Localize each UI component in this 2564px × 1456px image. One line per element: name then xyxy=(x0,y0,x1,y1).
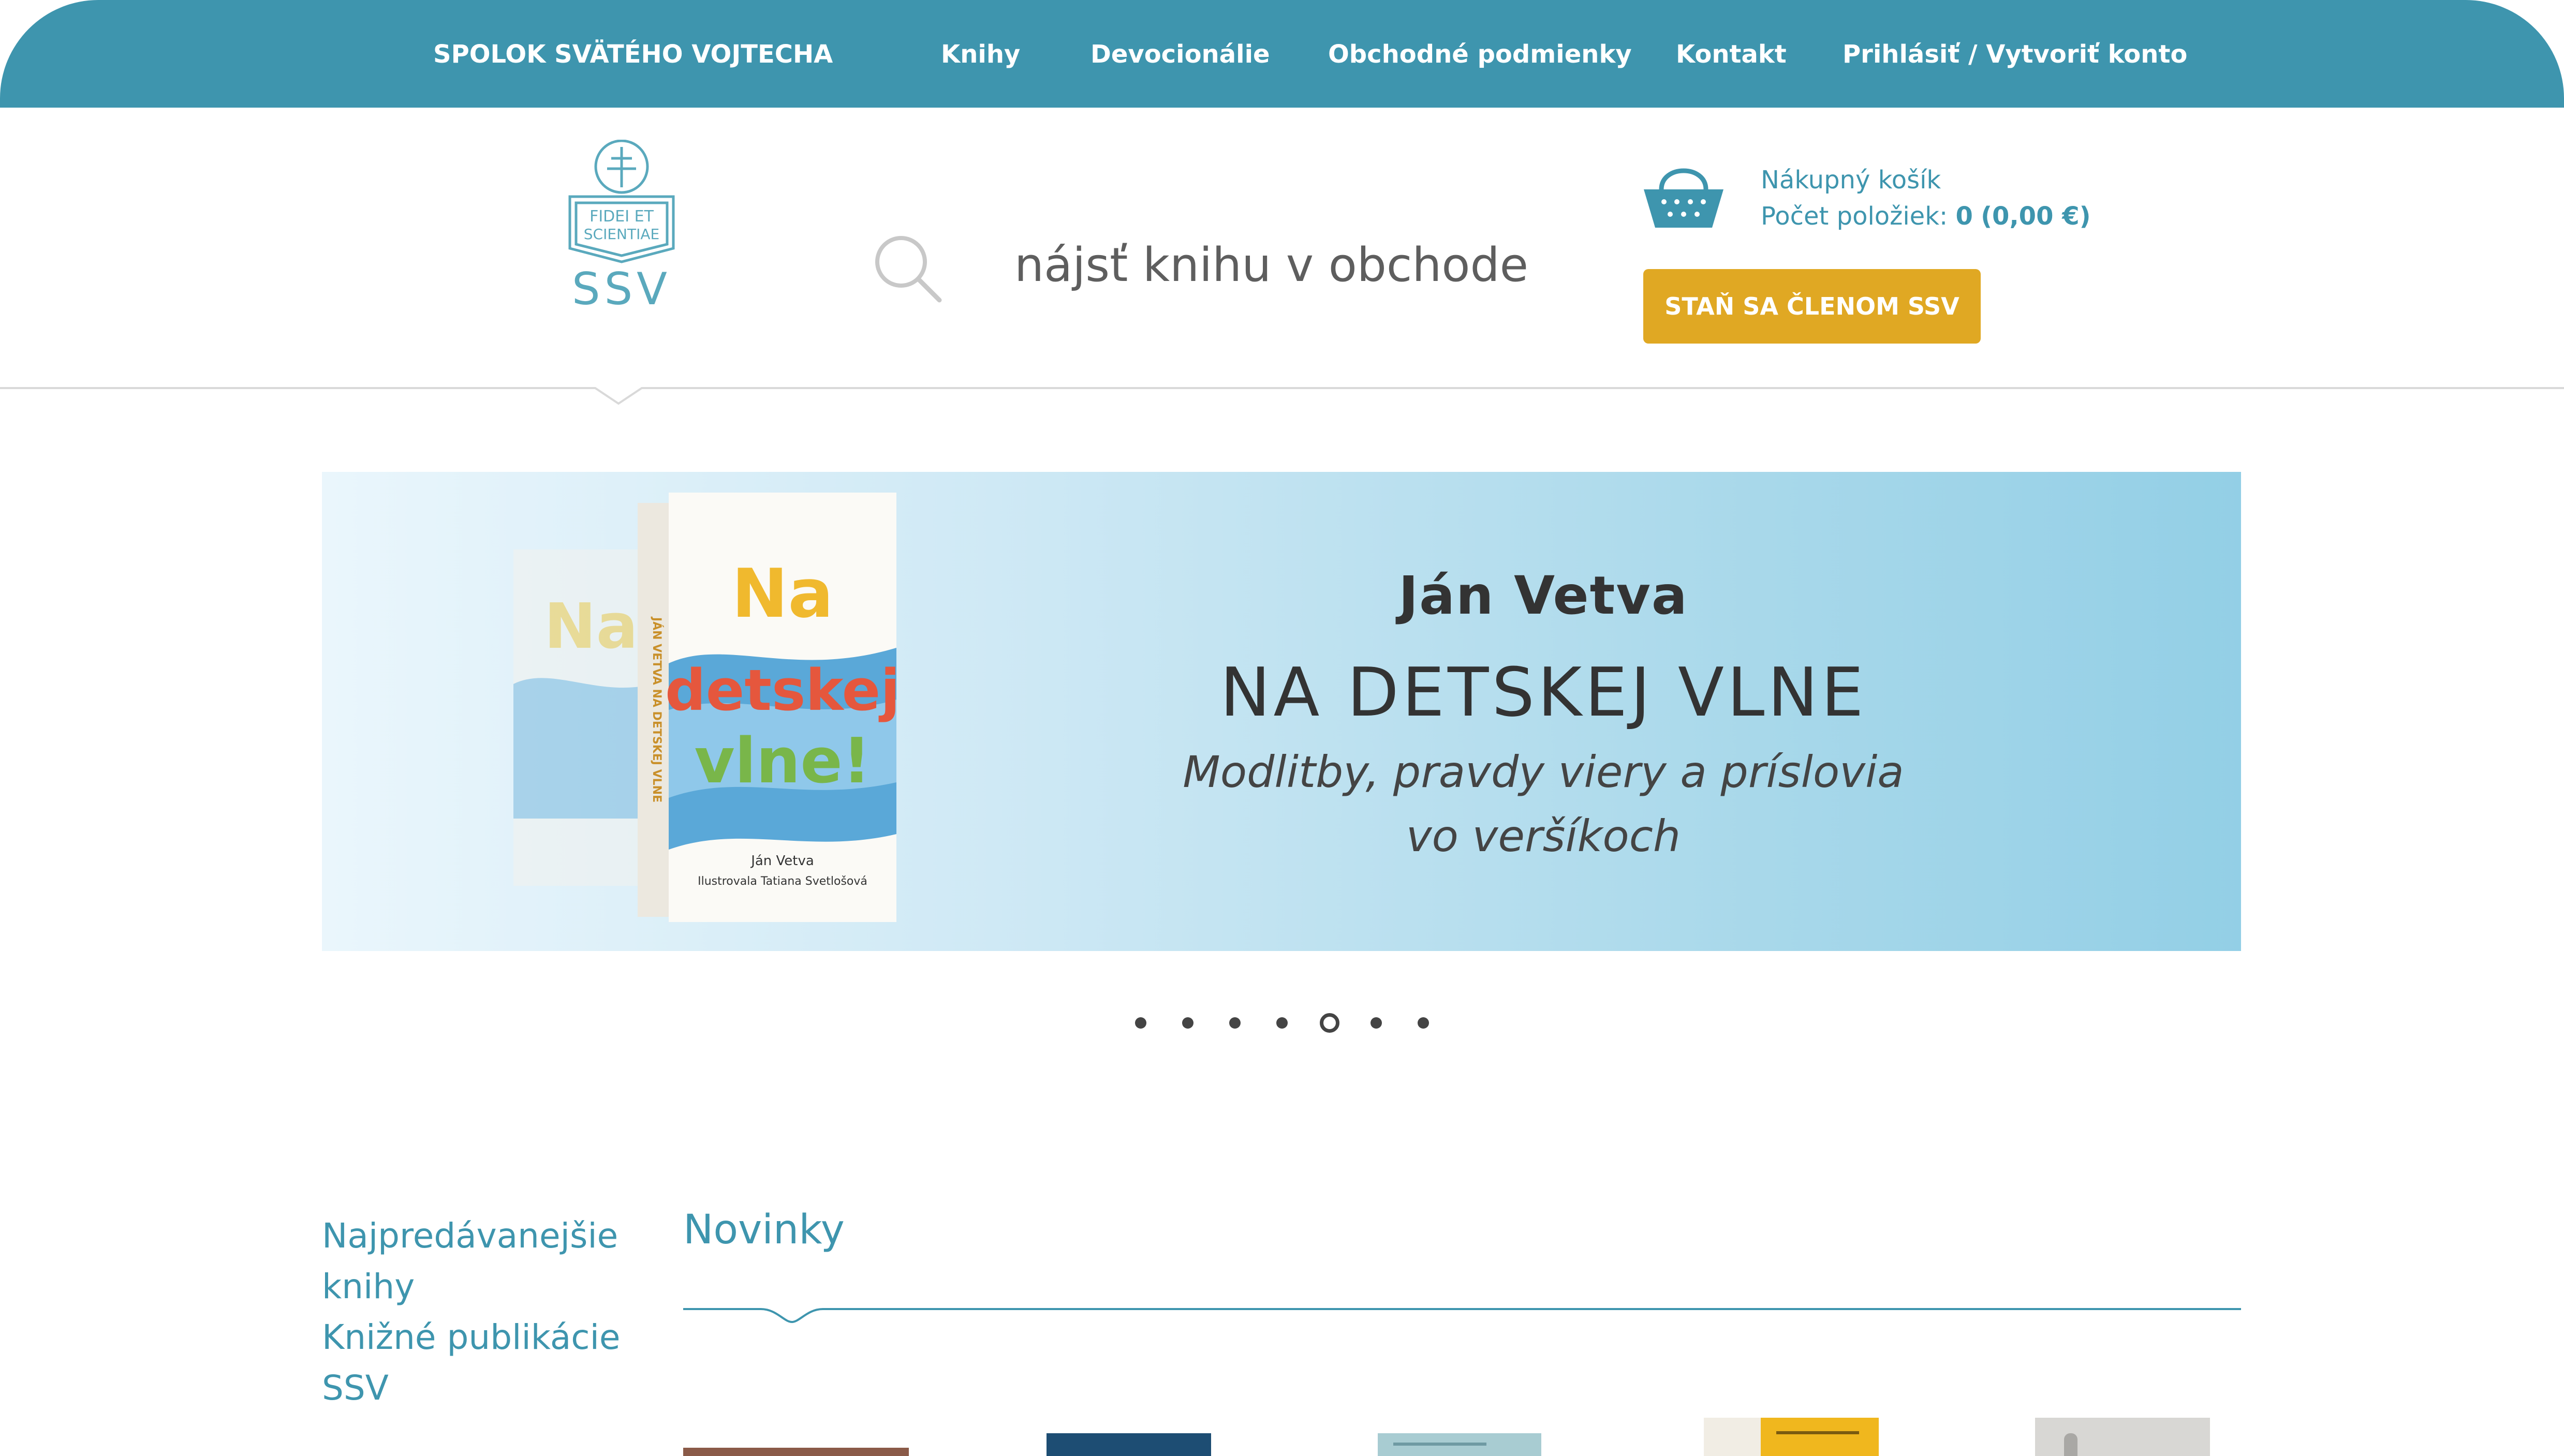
svg-text:vlne!: vlne! xyxy=(695,725,871,797)
logo-motto-line1: FIDEI ET xyxy=(590,207,654,226)
slider-dot-5-active[interactable] xyxy=(1320,1013,1339,1033)
cart-total: (0,00 €) xyxy=(1981,202,2091,231)
book-illustrator: Ilustrovala Tatiana Svetlošová xyxy=(698,875,867,888)
svg-text:detskej: detskej xyxy=(665,657,896,723)
nav-item-devocionalie[interactable]: Devocionálie xyxy=(1091,31,1270,78)
book-author: Ján Vetva xyxy=(750,853,814,869)
svg-text:Na: Na xyxy=(732,554,834,633)
new-book-thumb-4[interactable] xyxy=(1704,1418,1879,1456)
cross-logo-icon: FIDEI ET SCIENTIAE SSV xyxy=(568,139,675,315)
slider-dot-7[interactable] xyxy=(1418,1017,1429,1029)
basket-icon[interactable] xyxy=(1641,159,1727,232)
new-book-thumb-1[interactable] xyxy=(683,1448,909,1456)
book-cover-image: Na detskej vlne! Ján Vetva Ilustrovala T… xyxy=(638,493,900,922)
book-spine-text: JÁN VETVA NA DETSKEJ VLNE xyxy=(650,616,664,803)
banner-subtitle: Modlitby, pravdy viery a príslovia vo ve… xyxy=(871,740,2216,868)
nav-item-prihlasit[interactable]: Prihlásiť / Vytvoriť konto xyxy=(1843,31,2187,78)
logo-letters: SSV xyxy=(572,263,671,314)
nav-brand-link[interactable]: SPOLOK SVÄTÉHO VOJTECHA xyxy=(433,31,833,78)
logo-motto-line2: SCIENTIAE xyxy=(584,226,659,243)
sidebar-link-ssv-publications-line1: Knižné publikácie xyxy=(322,1317,621,1357)
cart-count-label: Počet položiek: xyxy=(1761,202,1948,231)
new-book-thumb-3[interactable] xyxy=(1378,1433,1541,1456)
slider-dot-2[interactable] xyxy=(1182,1017,1193,1029)
nav-item-obchodne-podmienky[interactable]: Obchodné podmienky xyxy=(1328,31,1632,78)
become-member-button[interactable]: STAŇ SA ČLENOM SSV xyxy=(1643,269,1981,344)
banner-title: NA DETSKEJ VLNE xyxy=(1220,653,1867,732)
search-icon[interactable] xyxy=(871,232,944,304)
sidebar-link-bestsellers[interactable]: Najpredávanejšie knihy xyxy=(322,1211,618,1312)
sidebar-link-bestsellers-line1: Najpredávanejšie xyxy=(322,1216,618,1256)
ssv-logo[interactable]: FIDEI ET SCIENTIAE SSV xyxy=(561,139,683,315)
header-divider xyxy=(0,387,2564,408)
banner-author: Ján Vetva xyxy=(1398,565,1688,627)
cart-count-value: 0 xyxy=(1955,202,1973,231)
cart-link[interactable]: Nákupný košík xyxy=(1761,161,1941,199)
sidebar-link-ssv-publications[interactable]: Knižné publikácie SSV xyxy=(322,1312,621,1414)
new-book-thumb-5[interactable] xyxy=(2035,1418,2210,1456)
cart-count: Počet položiek: 0 (0,00 €) xyxy=(1761,198,2091,235)
sidebar-link-bestsellers-line2: knihy xyxy=(322,1267,415,1306)
section-title-novinky: Novinky xyxy=(683,1207,845,1253)
sidebar-link-ssv-publications-line2: SSV xyxy=(322,1368,389,1408)
slider-dot-3[interactable] xyxy=(1229,1017,1241,1029)
section-divider xyxy=(683,1304,2241,1325)
search-input[interactable] xyxy=(1014,224,1532,306)
new-book-thumb-2[interactable] xyxy=(1047,1433,1211,1456)
promo-banner[interactable]: Na Na detskej vlne! Ján Vetva Ilustroval… xyxy=(322,472,2241,951)
nav-item-kontakt[interactable]: Kontakt xyxy=(1676,31,1787,78)
svg-text:Na: Na xyxy=(544,591,638,663)
nav-item-knihy[interactable]: Knihy xyxy=(941,31,1020,78)
banner-subtitle-line2: vo veršíkoch xyxy=(1406,811,1681,861)
slider-dot-6[interactable] xyxy=(1371,1017,1382,1029)
banner-subtitle-line1: Modlitby, pravdy viery a príslovia xyxy=(1183,747,1904,797)
slider-dot-1[interactable] xyxy=(1135,1017,1146,1029)
slider-dot-4[interactable] xyxy=(1276,1017,1288,1029)
